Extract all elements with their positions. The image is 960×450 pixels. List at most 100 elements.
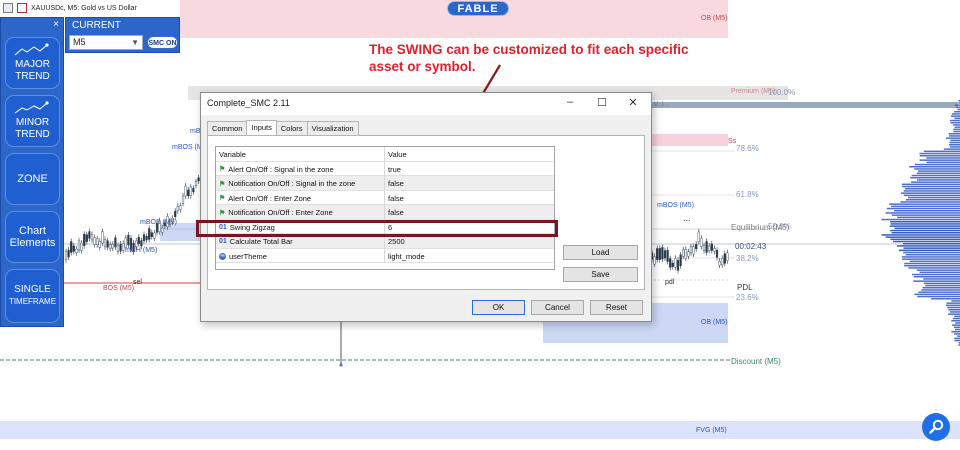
candle bbox=[700, 237, 703, 247]
tab-common[interactable]: Common bbox=[207, 121, 248, 135]
chart-elements-button[interactable]: Chart Elements bbox=[5, 211, 60, 263]
volume-profile-bar bbox=[894, 227, 960, 230]
minimize-icon[interactable]: – bbox=[563, 96, 577, 108]
row-value[interactable]: 2500 bbox=[388, 237, 405, 246]
candle bbox=[111, 244, 114, 249]
volume-profile-bar bbox=[946, 302, 960, 304]
minor-trend-button[interactable]: MINOR TREND bbox=[5, 95, 60, 147]
candle bbox=[101, 231, 104, 244]
volume-profile-bar bbox=[889, 221, 960, 223]
volume-profile-bar bbox=[896, 245, 960, 247]
volume-profile-bar bbox=[931, 298, 960, 300]
volume-profile-bar bbox=[916, 269, 960, 271]
volume-profile-bar bbox=[902, 258, 960, 260]
table-row[interactable]: ⚑ Alert On/Off : Enter Zone false bbox=[216, 190, 554, 205]
current-header: CURRENT bbox=[72, 20, 121, 31]
row-value[interactable]: light_mode bbox=[388, 252, 425, 261]
volume-profile-bar bbox=[952, 324, 960, 326]
volume-profile-bar bbox=[951, 320, 960, 322]
candle bbox=[176, 206, 179, 211]
pdl-small-label: pdl bbox=[665, 279, 675, 286]
single-timeframe-label-1: SINGLE bbox=[14, 284, 51, 295]
volume-profile-bar bbox=[951, 300, 960, 302]
candle bbox=[684, 249, 687, 259]
volume-profile-bar bbox=[891, 205, 960, 208]
table-row[interactable]: ⚑ Notification On/Off : Enter Zone false bbox=[216, 205, 554, 220]
volume-profile-bar bbox=[923, 282, 960, 285]
indicator-settings-dialog: Complete_SMC 2.11 – ☐ ✕ Common Inputs Co… bbox=[200, 92, 652, 322]
volume-profile-bar bbox=[904, 262, 960, 265]
column-header-variable: Variable bbox=[219, 150, 246, 159]
timeframe-select[interactable]: M5 ▼ bbox=[69, 35, 143, 50]
sel-label: sel bbox=[133, 279, 142, 286]
smc-toggle-button[interactable]: SMC ON bbox=[147, 36, 178, 49]
reset-button[interactable]: Reset bbox=[590, 300, 643, 315]
bar-time-remaining: 00:02:43 bbox=[735, 242, 767, 251]
cancel-button[interactable]: Cancel bbox=[531, 300, 584, 315]
close-panel-icon[interactable]: × bbox=[53, 19, 59, 30]
volume-profile-bar bbox=[949, 141, 960, 144]
candle bbox=[75, 248, 78, 254]
candle bbox=[88, 231, 91, 239]
candle bbox=[702, 245, 706, 251]
volume-profile-bar bbox=[954, 326, 960, 329]
volume-profile-bar bbox=[948, 309, 960, 311]
volume-profile-bar bbox=[902, 243, 960, 245]
volume-profile-bar bbox=[921, 289, 960, 291]
row-variable: Alert On/Off : Signal in the zone bbox=[228, 164, 334, 174]
candle bbox=[666, 250, 669, 262]
candle bbox=[705, 241, 708, 253]
volume-profile-bar bbox=[881, 234, 960, 236]
table-row[interactable]: userTheme light_mode bbox=[216, 248, 554, 263]
discount-label: Discount (M5) bbox=[731, 357, 781, 366]
volume-profile-bar bbox=[890, 223, 960, 225]
volume-profile-bar bbox=[886, 207, 960, 210]
table-row[interactable]: ⚑ Alert On/Off : Signal in the zone true bbox=[216, 161, 554, 176]
candle bbox=[687, 251, 690, 257]
ok-button[interactable]: OK bbox=[472, 300, 525, 315]
candle bbox=[721, 258, 724, 266]
candle bbox=[145, 236, 148, 241]
candle bbox=[119, 243, 122, 252]
row-value[interactable]: false bbox=[388, 208, 404, 217]
row-value[interactable]: true bbox=[388, 165, 401, 174]
single-timeframe-button[interactable]: SINGLE TIMEFRAME bbox=[5, 269, 60, 323]
search-button[interactable] bbox=[922, 413, 950, 441]
candle bbox=[93, 237, 96, 245]
save-button[interactable]: Save bbox=[563, 267, 638, 282]
volume-profile-bar bbox=[903, 247, 960, 249]
tab-visualization[interactable]: Visualization bbox=[306, 121, 359, 135]
wick-dot bbox=[339, 363, 343, 367]
major-trend-button[interactable]: MAJOR TREND bbox=[5, 37, 60, 89]
close-icon[interactable]: ✕ bbox=[626, 96, 640, 109]
volume-profile-bar bbox=[926, 161, 960, 164]
fvg-label: FVG (M5) bbox=[696, 427, 727, 434]
row-variable: Notification On/Off : Enter Zone bbox=[228, 208, 333, 217]
candle bbox=[140, 240, 143, 247]
timeframe-value: M5 bbox=[73, 37, 86, 47]
candle bbox=[695, 243, 698, 250]
row-value[interactable]: false bbox=[388, 179, 404, 188]
pdl-label: PDL bbox=[737, 283, 753, 292]
volume-profile-bar bbox=[926, 157, 960, 159]
fvg-zone bbox=[0, 421, 960, 439]
fib-100-label: 100.0% bbox=[768, 88, 796, 97]
chart-symbol-title: XAUUSDc, M5: Gold vs US Dollar bbox=[31, 4, 137, 12]
volume-profile-bar bbox=[905, 254, 960, 256]
window-menu-icon[interactable] bbox=[3, 3, 13, 13]
fib-382-label: 38.2% bbox=[736, 254, 759, 263]
volume-profile-bar bbox=[881, 218, 960, 221]
volume-profile-bar bbox=[891, 232, 960, 234]
volume-profile-bar bbox=[923, 278, 960, 280]
candle bbox=[697, 231, 700, 242]
flag-icon: ⚑ bbox=[219, 209, 226, 217]
tab-inputs[interactable]: Inputs bbox=[246, 120, 277, 135]
volume-profile-bar bbox=[943, 148, 960, 150]
maximize-icon[interactable]: ☐ bbox=[595, 96, 609, 109]
zone-button[interactable]: ZONE bbox=[5, 153, 60, 205]
row-value[interactable]: false bbox=[388, 194, 404, 203]
load-button[interactable]: Load bbox=[563, 245, 638, 260]
chart-type-icon[interactable] bbox=[17, 3, 27, 13]
table-row[interactable]: ⚑ Notification On/Off : Signal in the zon… bbox=[216, 176, 554, 191]
tab-colors[interactable]: Colors bbox=[275, 121, 308, 135]
